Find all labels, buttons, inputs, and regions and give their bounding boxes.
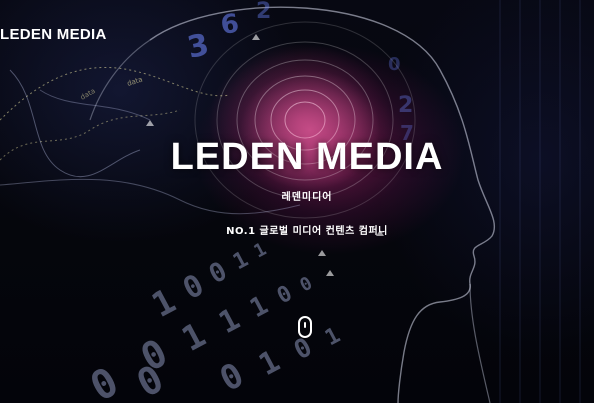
bg-binary: 1: [145, 281, 182, 326]
bg-binary: 0: [296, 273, 315, 297]
hero-title: LEDEN MEDIA: [170, 136, 444, 178]
data-tag-1: data: [126, 75, 143, 87]
bg-binary: 1: [321, 323, 344, 351]
bg-binary: 1: [245, 290, 273, 324]
site-logo[interactable]: LEDEN MEDIA: [0, 26, 107, 43]
hero-subtitle: 레덴미디어: [281, 192, 333, 203]
bg-binary: 1: [250, 239, 269, 263]
bg-digit: 0: [388, 54, 401, 75]
data-tag-2: data: [79, 87, 97, 102]
scroll-wheel-dot: [304, 322, 306, 328]
bg-digit: 2: [398, 93, 413, 118]
bg-digit: 2: [256, 0, 271, 24]
hero-tagline: NO.1 글로벌 미디어 컨텐츠 컴퍼니: [226, 226, 388, 237]
bg-binary: 1: [175, 315, 212, 360]
hero-section: data data 3 6 2 2 7 0 1 0 0 1 1 0 1 1 1 …: [0, 0, 594, 403]
bg-digit: 3: [184, 27, 212, 66]
mouse-scroll-icon[interactable]: [298, 316, 312, 338]
bg-binary: 0: [204, 256, 232, 290]
bg-binary: 0: [83, 359, 126, 403]
bg-digit: 6: [219, 9, 241, 41]
bg-binary: 0: [273, 281, 296, 309]
bg-binary: 1: [253, 344, 285, 383]
bg-binary: 0: [177, 268, 209, 307]
bg-binary: 1: [229, 247, 252, 275]
bg-binary: 1: [213, 302, 245, 341]
bg-binary: 0: [213, 355, 250, 400]
